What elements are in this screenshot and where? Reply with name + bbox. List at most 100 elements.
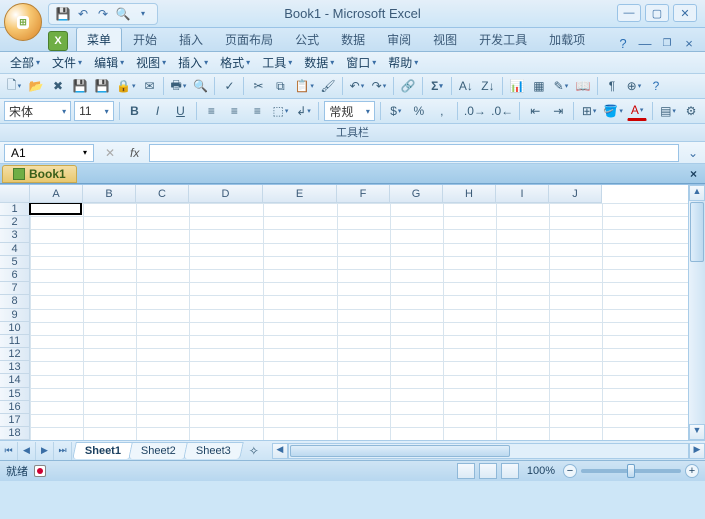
merge-cells-button[interactable]: ⬚ [270, 101, 290, 121]
spelling-button[interactable]: ✓ [219, 76, 239, 96]
fx-label[interactable]: fx [126, 146, 143, 160]
row-header-9[interactable]: 9 [0, 309, 30, 322]
ribbon-tab-8[interactable]: 开发工具 [468, 27, 538, 51]
workbook-tab[interactable]: Book1 [2, 165, 77, 183]
chart-button[interactable]: 📊 [507, 76, 527, 96]
research-button[interactable]: 📖 [573, 76, 593, 96]
vscroll-thumb[interactable] [690, 202, 704, 262]
pivot-button[interactable]: ▦ [529, 76, 549, 96]
close-doc-button[interactable]: ✖ [48, 76, 68, 96]
save-button[interactable]: 💾 [70, 76, 90, 96]
bold-button[interactable]: B [125, 101, 145, 121]
column-header-B[interactable]: B [83, 185, 136, 203]
ribbon-tab-7[interactable]: 视图 [422, 27, 468, 51]
row-header-12[interactable]: 12 [0, 348, 30, 361]
align-center-button[interactable]: ≡ [224, 101, 244, 121]
row-header-5[interactable]: 5 [0, 256, 30, 269]
hscroll-thumb[interactable] [290, 445, 510, 457]
column-header-D[interactable]: D [189, 185, 263, 203]
comma-button[interactable]: , [432, 101, 452, 121]
column-header-E[interactable]: E [263, 185, 337, 203]
column-header-H[interactable]: H [443, 185, 496, 203]
underline-button[interactable]: U [171, 101, 191, 121]
decrease-decimal-button[interactable]: .0← [490, 101, 514, 121]
vertical-scrollbar[interactable]: ▲ ▼ [688, 185, 705, 440]
increase-indent-button[interactable]: ⇥ [548, 101, 568, 121]
hyperlink-button[interactable]: 🔗 [398, 76, 418, 96]
sheet-nav-last[interactable]: ⏭ [54, 442, 72, 460]
column-header-A[interactable]: A [30, 185, 83, 203]
currency-button[interactable]: $ [386, 101, 406, 121]
formula-input[interactable] [149, 144, 679, 162]
row-header-17[interactable]: 17 [0, 414, 30, 427]
menu-5[interactable]: 格式▾ [214, 52, 256, 73]
scroll-up-button[interactable]: ▲ [689, 185, 705, 201]
minimize-button[interactable]: ― [617, 4, 641, 22]
format-cells-button[interactable]: ⚙ [681, 101, 701, 121]
cancel-formula-icon[interactable]: ✕ [100, 143, 120, 163]
ribbon-tab-0[interactable]: 菜单 [76, 27, 122, 51]
row-header-14[interactable]: 14 [0, 374, 30, 387]
column-header-F[interactable]: F [337, 185, 390, 203]
maximize-button[interactable]: ▢ [645, 4, 669, 22]
menu-7[interactable]: 数据▾ [298, 52, 340, 73]
zoom-dropdown[interactable]: ⊕ [624, 76, 644, 96]
menu-0[interactable]: 全部▾ [4, 52, 46, 73]
drawing-button[interactable]: ✎ [551, 76, 571, 96]
toolbar-help-button[interactable]: ? [646, 76, 666, 96]
new-button[interactable]: 🗋 [4, 76, 24, 96]
menu-9[interactable]: 帮助▾ [382, 52, 424, 73]
wrap-text-button[interactable]: ↲ [293, 101, 313, 121]
horizontal-scrollbar[interactable]: ◀ ▶ [272, 443, 705, 459]
row-header-15[interactable]: 15 [0, 388, 30, 401]
normal-view-button[interactable] [457, 463, 475, 479]
row-header-18[interactable]: 18 [0, 427, 30, 440]
ribbon-tab-5[interactable]: 数据 [330, 27, 376, 51]
row-header-6[interactable]: 6 [0, 269, 30, 282]
menu-2[interactable]: 编辑▾ [88, 52, 130, 73]
qat-dropdown-icon[interactable]: ▾ [135, 6, 151, 22]
sheet-nav-prev[interactable]: ◀ [18, 442, 36, 460]
office-button[interactable]: ⊞ [4, 3, 42, 41]
open-button[interactable]: 📂 [26, 76, 46, 96]
column-header-J[interactable]: J [549, 185, 602, 203]
ribbon-close-button[interactable]: × [681, 35, 697, 51]
macro-record-icon[interactable] [34, 465, 46, 477]
save-icon[interactable]: 💾 [55, 6, 71, 22]
close-button[interactable]: ✕ [673, 4, 697, 22]
font-name-combo[interactable]: 宋体▾ [4, 101, 71, 121]
row-header-2[interactable]: 2 [0, 216, 30, 229]
zoom-slider[interactable] [581, 469, 681, 473]
sort-asc-button[interactable]: A↓ [456, 76, 476, 96]
column-header-G[interactable]: G [390, 185, 443, 203]
menu-8[interactable]: 窗口▾ [340, 52, 382, 73]
format-painter-button[interactable]: 🖌 [318, 76, 338, 96]
autosum-button[interactable]: Σ [427, 76, 447, 96]
sheet-nav-first[interactable]: ⏮ [0, 442, 18, 460]
zoom-level[interactable]: 100% [527, 465, 555, 477]
row-header-7[interactable]: 7 [0, 282, 30, 295]
row-header-4[interactable]: 4 [0, 243, 30, 256]
page-layout-view-button[interactable] [479, 463, 497, 479]
percent-button[interactable]: % [409, 101, 429, 121]
page-break-view-button[interactable] [501, 463, 519, 479]
undo-button[interactable]: ↶ [347, 76, 367, 96]
font-color-button[interactable]: A [627, 101, 647, 121]
menu-4[interactable]: 插入▾ [172, 52, 214, 73]
save-as-button[interactable]: 💾 [92, 76, 112, 96]
font-size-combo[interactable]: 11▾ [74, 101, 113, 121]
ribbon-tab-9[interactable]: 加载项 [538, 27, 596, 51]
copy-button[interactable]: ⧉ [270, 76, 290, 96]
ribbon-minimize-button[interactable]: ― [637, 35, 653, 51]
sort-desc-button[interactable]: Z↓ [478, 76, 498, 96]
menu-3[interactable]: 视图▾ [130, 52, 172, 73]
paste-button[interactable]: 📋 [292, 76, 315, 96]
borders-button[interactable]: ⊞ [579, 101, 599, 121]
ribbon-tab-1[interactable]: 开始 [122, 27, 168, 51]
zoom-out-button[interactable]: − [563, 464, 577, 478]
increase-decimal-button[interactable]: .0→ [463, 101, 487, 121]
ribbon-tab-3[interactable]: 页面布局 [214, 27, 284, 51]
print-button[interactable]: 🖶 [168, 76, 188, 96]
row-header-11[interactable]: 11 [0, 335, 30, 348]
scroll-down-button[interactable]: ▼ [689, 424, 705, 440]
